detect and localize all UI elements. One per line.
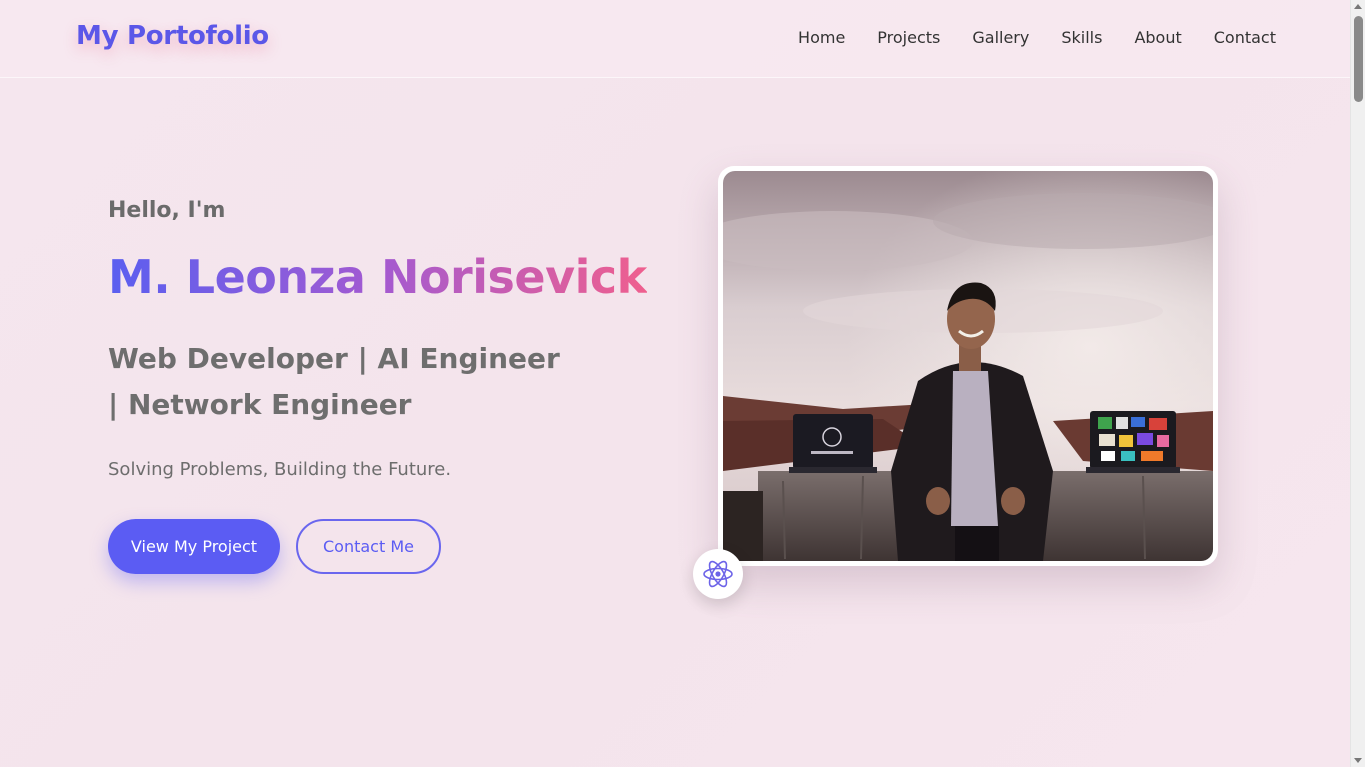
nav-link-about[interactable]: About bbox=[1134, 28, 1181, 47]
profile-photo bbox=[723, 171, 1213, 561]
navbar: My Portofolio Home Projects Gallery Skil… bbox=[0, 0, 1350, 78]
hero-roles: Web Developer | AI Engineer | Network En… bbox=[108, 342, 560, 421]
react-atom-icon bbox=[703, 560, 733, 588]
nav-link-home[interactable]: Home bbox=[798, 28, 845, 47]
nav-link-skills[interactable]: Skills bbox=[1061, 28, 1102, 47]
profile-photo-card bbox=[718, 166, 1218, 566]
scroll-down-arrow-icon[interactable] bbox=[1354, 758, 1362, 763]
react-badge bbox=[693, 549, 743, 599]
view-project-button[interactable]: View My Project bbox=[108, 519, 280, 574]
nav-links: Home Projects Gallery Skills About Conta… bbox=[798, 28, 1276, 47]
page: My Portofolio Home Projects Gallery Skil… bbox=[0, 0, 1350, 767]
scroll-thumb[interactable] bbox=[1354, 16, 1363, 102]
nav-link-gallery[interactable]: Gallery bbox=[972, 28, 1029, 47]
vertical-scrollbar[interactable] bbox=[1350, 0, 1365, 767]
contact-me-button[interactable]: Contact Me bbox=[296, 519, 441, 574]
hero-greeting: Hello, I'm bbox=[108, 198, 226, 223]
site-logo[interactable]: My Portofolio bbox=[76, 21, 269, 51]
hero-tagline: Solving Problems, Building the Future. bbox=[108, 459, 452, 480]
nav-link-projects[interactable]: Projects bbox=[877, 28, 940, 47]
nav-link-contact[interactable]: Contact bbox=[1214, 28, 1276, 47]
hero-name: M. Leonza Norisevick bbox=[108, 250, 647, 304]
scroll-up-arrow-icon[interactable] bbox=[1354, 4, 1362, 9]
